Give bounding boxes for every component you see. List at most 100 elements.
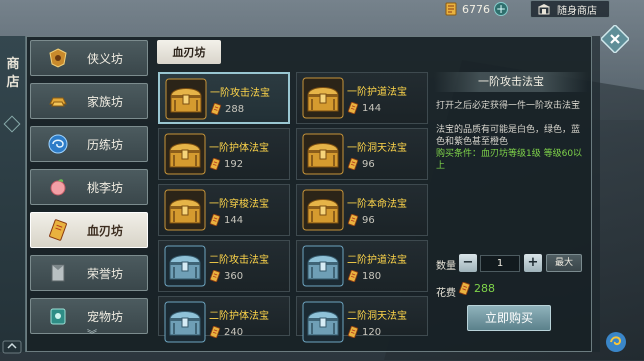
diamond-ornament-icon xyxy=(3,115,21,133)
category-xueren[interactable]: 血刃坊 xyxy=(30,212,148,248)
item-price: 180 xyxy=(347,270,381,282)
shop-item[interactable]: 二阶护道法宝 180 xyxy=(296,240,428,292)
top-bar: 6776 + 随身商店 xyxy=(0,0,644,20)
blue-swirl-icon xyxy=(48,134,68,154)
item-name: 一阶洞天法宝 xyxy=(347,143,407,154)
cost-label: 花费 xyxy=(436,288,456,299)
shield-badge-icon xyxy=(49,48,67,68)
shop-item[interactable]: 一阶攻击法宝 288 xyxy=(158,72,290,124)
item-price-value: 288 xyxy=(225,103,245,115)
category-xiayi[interactable]: 侠义坊 xyxy=(30,40,148,76)
cost-value: 288 xyxy=(458,282,495,295)
item-name: 二阶护道法宝 xyxy=(347,255,407,266)
banner-icon xyxy=(51,264,65,282)
item-price: 120 xyxy=(347,326,381,338)
gold-ingot-icon xyxy=(49,97,67,107)
item-name: 一阶本命法宝 xyxy=(347,199,407,210)
store-label: 随身商店 xyxy=(557,5,597,17)
subtab-xueren[interactable]: 血刃坊 xyxy=(157,40,221,64)
category-label: 历练坊 xyxy=(87,137,124,152)
quantity-minus-button[interactable]: − xyxy=(459,254,477,272)
coupon-icon xyxy=(347,326,359,338)
detail-description: 打开之后必定获得一件一阶攻击法宝 xyxy=(436,101,581,111)
detail-title: 一阶攻击法宝 xyxy=(434,72,588,92)
coupon-icon xyxy=(49,219,67,241)
shop-item[interactable]: 二阶洞天法宝 120 xyxy=(296,296,428,336)
quality-description: 法宝的品质有可能是白色，绿色，蓝色和紫色甚至橙色 xyxy=(436,125,581,147)
item-price: 96 xyxy=(347,214,375,226)
item-price-value: 120 xyxy=(362,326,382,338)
coupon-icon xyxy=(445,2,457,16)
category-label: 荣誉坊 xyxy=(87,266,124,281)
coupon-icon xyxy=(347,214,359,226)
shop-item[interactable]: 二阶攻击法宝 360 xyxy=(158,240,290,292)
coupon-icon xyxy=(347,270,359,282)
item-price: 288 xyxy=(210,103,244,115)
coupon-icon xyxy=(209,326,221,338)
item-price-value: 360 xyxy=(224,270,244,282)
quantity-input[interactable]: 1 xyxy=(480,255,520,272)
coupon-icon xyxy=(209,214,221,226)
item-name: 一阶攻击法宝 xyxy=(210,88,270,99)
shop-title: 商店 xyxy=(6,57,20,90)
gold-chest-icon xyxy=(164,189,206,231)
category-taoli[interactable]: 桃李坊 xyxy=(30,169,148,205)
buy-now-button[interactable]: 立即购买 xyxy=(467,305,551,331)
coupon-icon xyxy=(209,270,221,282)
coupon-icon xyxy=(458,282,471,295)
category-rongyu[interactable]: 荣誉坊 xyxy=(30,255,148,291)
currency-display: 6776 + xyxy=(444,0,528,18)
game-logo-icon xyxy=(606,332,626,352)
item-price-value: 180 xyxy=(362,270,382,282)
shop-item[interactable]: 二阶护体法宝 240 xyxy=(158,296,290,336)
close-icon[interactable] xyxy=(601,25,629,53)
shop-side-label: 商店 xyxy=(0,36,26,352)
gold-chest-icon xyxy=(302,133,344,175)
item-name: 一阶穿梭法宝 xyxy=(209,199,269,210)
item-price: 96 xyxy=(347,158,375,170)
pet-scroll-icon xyxy=(50,308,66,325)
shop-item[interactable]: 一阶护体法宝 192 xyxy=(158,128,290,180)
item-detail-panel: 一阶攻击法宝 打开之后必定获得一件一阶攻击法宝 法宝的品质有可能是白色，绿色，蓝… xyxy=(434,70,588,336)
silver-chest-icon xyxy=(302,245,344,287)
silver-chest-icon xyxy=(302,301,344,343)
purchase-requirement: 购买条件：血刃坊等级1级 等级60以上 xyxy=(436,149,583,171)
expand-icon[interactable] xyxy=(2,340,22,354)
shop-item[interactable]: 一阶护道法宝 144 xyxy=(296,72,428,124)
category-list: 侠义坊 家族坊 历练坊 桃李坊 血刃坊 荣誉坊 宠物坊 xyxy=(30,40,154,336)
item-price-value: 96 xyxy=(362,214,375,226)
item-name: 一阶护道法宝 xyxy=(347,87,407,98)
portable-store-button[interactable]: 随身商店 xyxy=(530,0,610,18)
item-price: 360 xyxy=(209,270,243,282)
category-label: 宠物坊 xyxy=(87,309,124,324)
category-label: 桃李坊 xyxy=(87,180,124,195)
coupon-icon xyxy=(210,103,222,115)
category-label: 家族坊 xyxy=(87,94,124,109)
plus-icon[interactable]: + xyxy=(494,2,508,16)
item-price-value: 96 xyxy=(362,158,375,170)
silver-chest-icon xyxy=(164,245,206,287)
quantity-plus-button[interactable]: + xyxy=(524,254,542,272)
category-label: 血刃坊 xyxy=(87,223,124,238)
category-label: 侠义坊 xyxy=(87,51,124,66)
peach-icon xyxy=(50,179,66,196)
category-jiazu[interactable]: 家族坊 xyxy=(30,83,148,119)
max-quantity-button[interactable]: 最大 xyxy=(546,254,582,272)
item-name: 二阶护体法宝 xyxy=(209,311,269,322)
right-divider xyxy=(592,36,600,352)
gold-chest-icon xyxy=(302,77,344,119)
coupon-icon xyxy=(209,158,221,170)
item-price-value: 144 xyxy=(224,214,244,226)
item-name: 二阶攻击法宝 xyxy=(209,255,269,266)
shop-icon xyxy=(538,4,550,15)
item-price: 144 xyxy=(347,102,381,114)
item-price-value: 192 xyxy=(224,158,244,170)
category-lilian[interactable]: 历练坊 xyxy=(30,126,148,162)
shop-item[interactable]: 一阶本命法宝 96 xyxy=(296,184,428,236)
item-name: 二阶洞天法宝 xyxy=(347,311,407,322)
currency-amount: 6776 xyxy=(462,2,490,16)
shop-item[interactable]: 一阶洞天法宝 96 xyxy=(296,128,428,180)
scroll-down-chevron-icon[interactable]: ︾ xyxy=(80,326,104,341)
quantity-label: 数量 xyxy=(436,261,456,272)
shop-item[interactable]: 一阶穿梭法宝 144 xyxy=(158,184,290,236)
